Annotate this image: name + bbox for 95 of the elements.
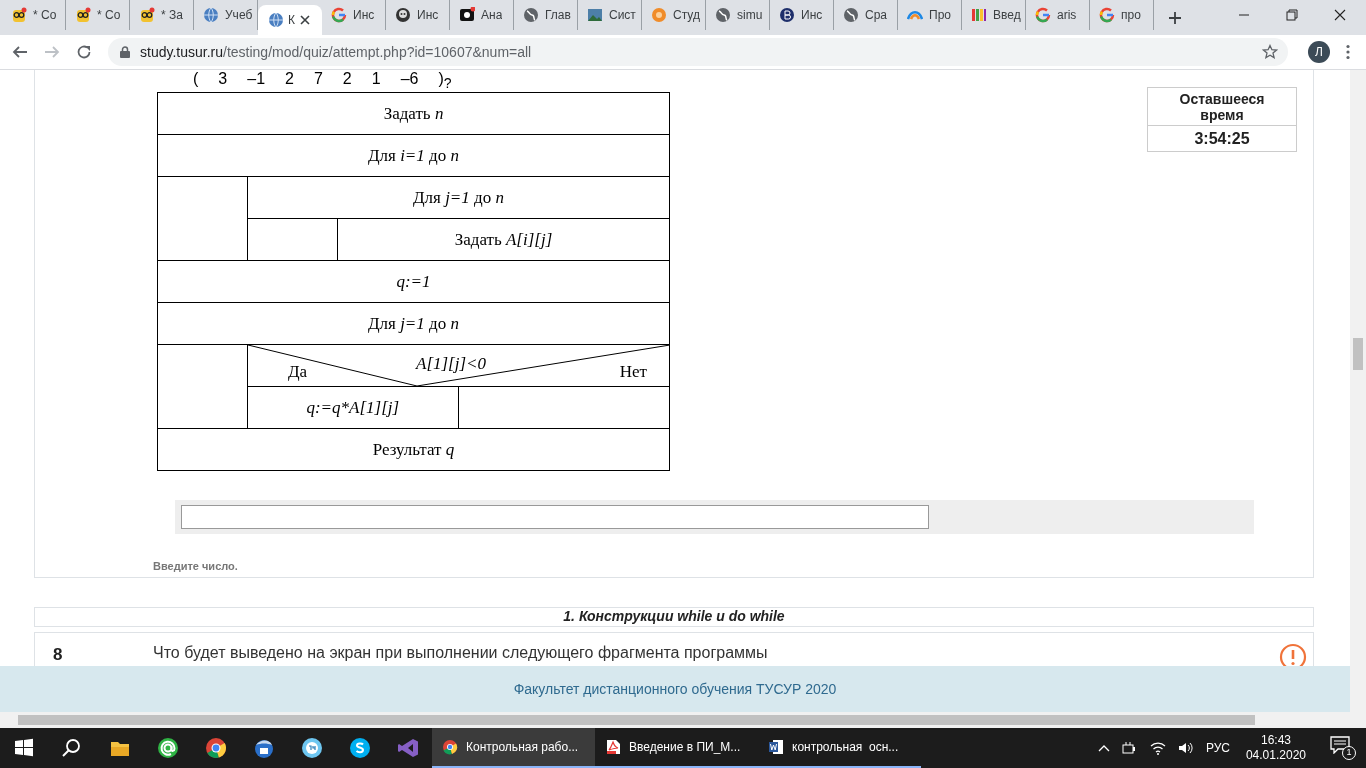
browser-tab[interactable]: aris xyxy=(1026,0,1090,30)
chrome-icon[interactable] xyxy=(205,737,227,759)
close-icon[interactable] xyxy=(299,14,311,26)
browser-tab[interactable]: Глав xyxy=(514,0,578,30)
books-icon xyxy=(971,7,987,23)
mask-icon xyxy=(459,7,475,23)
notification-button[interactable]: 1 xyxy=(1330,736,1356,760)
pdf-icon xyxy=(605,739,621,755)
diagram-text: Результат q xyxy=(372,438,455,461)
browser-tab[interactable]: * Со xyxy=(66,0,130,30)
new-tab-icon[interactable] xyxy=(1168,11,1182,25)
browser-tab[interactable]: про xyxy=(1090,0,1154,30)
speaker-icon[interactable] xyxy=(1177,741,1194,755)
wifi-icon[interactable] xyxy=(1149,741,1166,755)
question-text: Что будет выведено на экран при выполнении следующего фрагмента программы xyxy=(153,642,768,663)
landscape-icon xyxy=(587,7,603,23)
diagram-text: Для j=1 до n xyxy=(368,312,459,335)
battery-plug-icon[interactable] xyxy=(1121,741,1138,755)
diagram-text: Задать A[i][j] xyxy=(454,228,553,251)
browser-tab[interactable]: Студ xyxy=(642,0,706,30)
url-text: study.tusur.ru/testing/mod/quiz/attempt.php?id=10607&num=all xyxy=(140,42,532,62)
bird-mail-icon[interactable] xyxy=(253,737,275,759)
visual-studio-icon[interactable] xyxy=(397,737,419,759)
browser-tab[interactable]: Введ xyxy=(962,0,1026,30)
diagram-text: Для i=1 до n xyxy=(368,144,459,167)
lock-icon xyxy=(120,46,130,58)
ring-icon xyxy=(651,7,667,23)
browser-tab[interactable]: * За xyxy=(130,0,194,30)
matrix-row-text: ( 3 –1 2 7 2 1 –6 ) xyxy=(193,70,444,87)
owl-icon xyxy=(139,7,155,23)
at-sign-icon[interactable] xyxy=(157,737,179,759)
diagram-text: Задать n xyxy=(383,102,444,125)
back-icon[interactable] xyxy=(12,44,28,60)
clock[interactable]: 16:43 04.01.2020 xyxy=(1241,733,1310,763)
timer-title: Оставшееся время xyxy=(1178,90,1266,123)
scrollbar[interactable] xyxy=(0,712,1366,728)
skull-icon xyxy=(395,7,411,23)
restore-icon[interactable] xyxy=(1286,9,1298,21)
diagram-text: q:=1 xyxy=(396,270,431,293)
section-heading: 1. Конструкции while и do while xyxy=(34,606,1314,627)
chrome-icon xyxy=(442,739,458,755)
browser-tab[interactable]: Про xyxy=(898,0,962,30)
reload-icon[interactable] xyxy=(76,44,92,60)
scrollbar-thumb[interactable] xyxy=(1353,338,1363,370)
globe-icon xyxy=(715,7,731,23)
globe-icon xyxy=(268,12,284,28)
google-icon xyxy=(1099,7,1115,23)
windows-icon[interactable] xyxy=(13,737,35,759)
no-label: Нет xyxy=(619,361,647,383)
answer-field[interactable] xyxy=(181,505,929,529)
browser-tab[interactable]: Сист xyxy=(578,0,642,30)
message-icon xyxy=(1330,736,1350,754)
footer-text: Факультет дистанционного обучения ТУСУР 2020 xyxy=(513,679,837,699)
google-icon xyxy=(331,7,347,23)
globe-icon xyxy=(203,7,219,23)
word-icon xyxy=(768,739,784,755)
google-icon xyxy=(1035,7,1051,23)
owl-icon xyxy=(75,7,91,23)
diagram-text: q:=q*A[1][j] xyxy=(306,396,400,419)
address-bar[interactable]: study.tusur.ru/testing/mod/quiz/attempt.php?id=10607&num=all xyxy=(108,38,1288,66)
timer-value: 3:54:25 xyxy=(1194,128,1250,149)
yes-label: Да xyxy=(288,361,308,383)
notification-count: 1 xyxy=(1342,746,1356,760)
browser-tab[interactable]: * Со xyxy=(2,0,66,30)
language-indicator[interactable]: РУС xyxy=(1205,739,1230,757)
diagram-text: Для j=1 до n xyxy=(413,186,504,209)
browser-tab[interactable]: К xyxy=(258,5,322,35)
search-icon[interactable] xyxy=(61,737,83,759)
browser-tab[interactable]: Ана xyxy=(450,0,514,30)
skype-icon[interactable] xyxy=(349,737,371,759)
question-mark: ? xyxy=(443,75,452,92)
close-icon[interactable] xyxy=(1334,9,1346,21)
crest-icon xyxy=(779,7,795,23)
question-number: 8 xyxy=(53,643,64,666)
taskbar-button[interactable]: Контрольная рабо... xyxy=(432,728,595,768)
taskbar-button[interactable]: контрольная осн... xyxy=(758,728,921,768)
scrollbar-thumb[interactable] xyxy=(18,715,1255,725)
browser-tab[interactable]: simu xyxy=(706,0,770,30)
hint-text: Введите число. xyxy=(153,559,239,574)
browser-tab[interactable]: Учеб xyxy=(194,0,258,30)
owl-icon xyxy=(11,7,27,23)
menu-icon[interactable] xyxy=(1346,44,1350,60)
profile-avatar[interactable]: Л xyxy=(1308,41,1330,63)
taskbar-button[interactable]: Введение в ПИ_М... xyxy=(595,728,758,768)
calendar-icon[interactable] xyxy=(301,737,323,759)
chevron-up-icon[interactable] xyxy=(1097,744,1110,752)
scrollbar[interactable] xyxy=(1350,70,1366,712)
globe-icon xyxy=(843,7,859,23)
browser-tab[interactable]: Сра xyxy=(834,0,898,30)
browser-tab[interactable]: Инс xyxy=(322,0,386,30)
globe-icon xyxy=(523,7,539,23)
browser-tab[interactable]: Инс xyxy=(386,0,450,30)
star-icon[interactable] xyxy=(1262,44,1278,60)
condition-label: A[1][j]<0 xyxy=(416,353,487,375)
browser-tab[interactable]: Инс xyxy=(770,0,834,30)
